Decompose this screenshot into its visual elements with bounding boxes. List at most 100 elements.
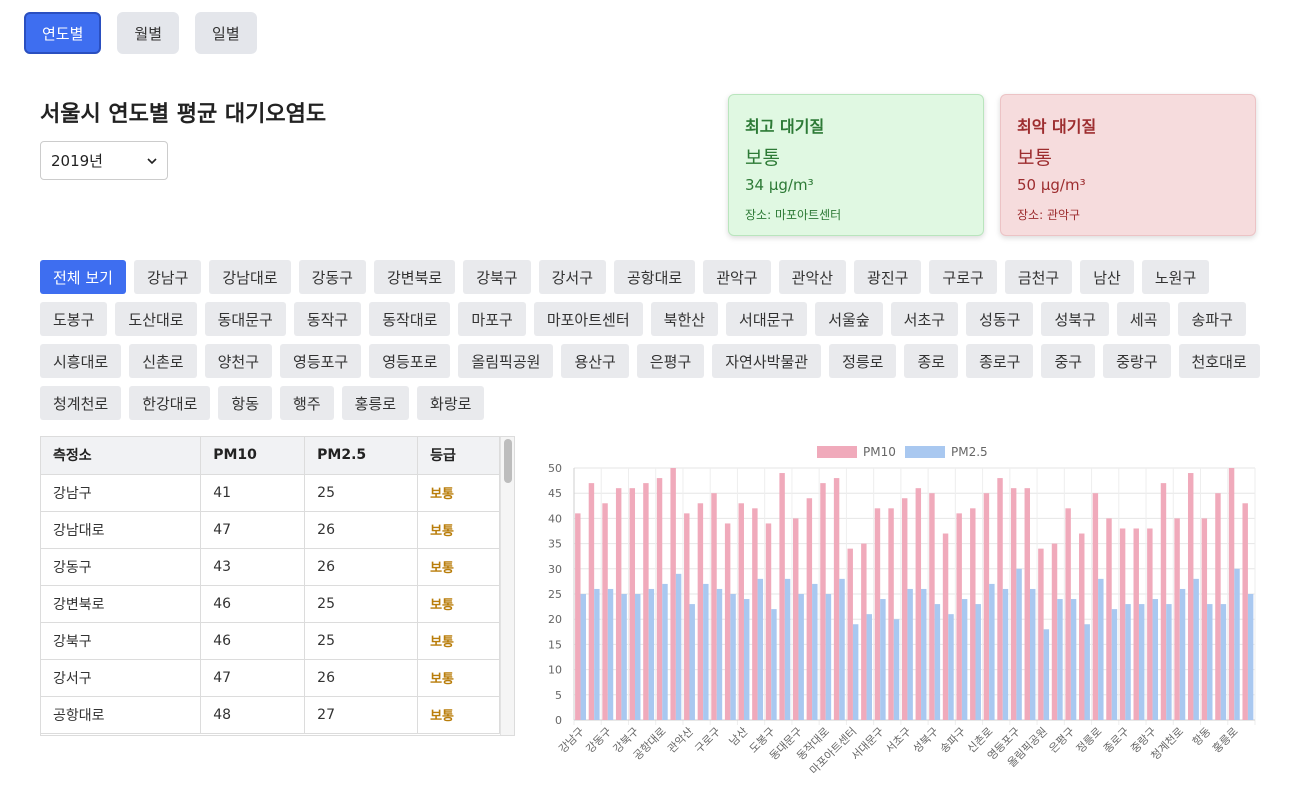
station-button[interactable]: 양천구 (204, 344, 273, 378)
bar-pm10 (970, 508, 976, 720)
station-button[interactable]: 서대문구 (726, 302, 808, 336)
bar-pm10 (820, 483, 826, 720)
station-button[interactable]: 금천구 (1004, 260, 1073, 294)
station-button[interactable]: 강서구 (538, 260, 606, 294)
station-button[interactable]: 강동구 (298, 260, 366, 294)
station-button[interactable]: 자연사박물관 (712, 344, 822, 378)
worst-card-value: 50 μg/m³ (1017, 176, 1086, 194)
station-button[interactable]: 올림픽공원 (458, 344, 554, 378)
station-table-container: 측정소 PM10 PM2.5 등급 강남구 41 25 보통 강남대로 47 26 보통 강동구… (40, 436, 515, 736)
station-button[interactable]: 강남구 (133, 260, 202, 294)
cell-grade: 보통 (417, 585, 500, 623)
tab-daily[interactable]: 일별 (195, 12, 257, 54)
cell-pm10: 46 (200, 622, 306, 660)
station-button[interactable]: 도봉구 (40, 302, 108, 336)
station-button[interactable]: 성북구 (1041, 302, 1109, 336)
bar-pm10 (997, 478, 1003, 720)
station-button[interactable]: 용산구 (561, 344, 629, 378)
station-button[interactable]: 동작대로 (369, 302, 451, 336)
station-button[interactable]: 화랑로 (417, 386, 485, 420)
bar-pm25 (1057, 599, 1063, 720)
bar-pm10 (1187, 473, 1194, 720)
best-card-location: 장소: 마포아트센터 (745, 208, 842, 222)
x-tick-label: 남산 (727, 725, 751, 749)
cell-pm25: 25 (304, 585, 419, 623)
station-button[interactable]: 중구 (1041, 344, 1096, 378)
station-button[interactable]: 은평구 (636, 344, 705, 378)
station-all-button[interactable]: 전체 보기 (40, 260, 126, 294)
station-button[interactable]: 관악구 (703, 260, 771, 294)
bar-pm10 (1051, 543, 1058, 720)
station-button[interactable]: 시흥대로 (40, 344, 122, 378)
bar-pm25 (1043, 629, 1050, 720)
station-button[interactable]: 영등포구 (280, 344, 362, 378)
station-button[interactable]: 강남대로 (209, 260, 291, 294)
station-button[interactable]: 행주 (280, 386, 334, 420)
bar-pm25 (1166, 604, 1172, 720)
station-button[interactable]: 동대문구 (204, 302, 286, 336)
station-button[interactable]: 항동 (218, 386, 273, 420)
tab-monthly[interactable]: 월별 (117, 12, 180, 54)
station-button[interactable]: 청계천로 (40, 386, 122, 420)
bar-pm10 (1174, 518, 1180, 720)
year-select[interactable]: 2019년 (40, 141, 168, 180)
bar-pm10 (1242, 503, 1248, 720)
bar-pm10 (575, 513, 581, 720)
bar-pm25 (1016, 568, 1022, 720)
station-button[interactable]: 북한산 (650, 302, 719, 336)
bar-pm25 (907, 588, 913, 720)
station-button[interactable]: 천호대로 (1178, 344, 1260, 378)
pm-bar-chart: 05101520253035404550강남구강동구강북구공항대로관악산구로구 남… (548, 445, 1256, 777)
worst-card-title: 최악 대기질 (1017, 117, 1097, 136)
station-button[interactable]: 서울숲 (815, 302, 883, 336)
station-button[interactable]: 노원구 (1141, 260, 1210, 294)
bar-pm10 (806, 498, 813, 720)
station-button[interactable]: 중랑구 (1103, 344, 1171, 378)
legend-label-pm10: PM10 (863, 445, 896, 459)
station-button[interactable]: 송파구 (1178, 302, 1246, 336)
bar-pm10 (1215, 493, 1221, 720)
bar-pm25 (607, 588, 614, 720)
station-button[interactable]: 마포아트센터 (533, 302, 643, 336)
station-button[interactable]: 한강대로 (129, 386, 211, 420)
bar-pm25 (921, 588, 927, 720)
station-button[interactable]: 관악산 (778, 260, 847, 294)
station-button[interactable]: 구로구 (929, 260, 997, 294)
cell-station: 강변북로 (41, 585, 202, 623)
bar-pm10 (847, 548, 853, 720)
station-button[interactable]: 세곡 (1116, 302, 1171, 336)
table-row: 강남구 41 25 보통 (41, 474, 500, 512)
worst-air-card: 최악 대기질 보통 50 μg/m³ 장소: 관악구 (1000, 94, 1256, 236)
station-button[interactable]: 도산대로 (115, 302, 197, 336)
station-button[interactable]: 광진구 (854, 260, 922, 294)
cell-grade: 보통 (417, 696, 500, 734)
station-button[interactable]: 남산 (1080, 260, 1134, 294)
bar-pm10 (1065, 508, 1071, 720)
scrollbar-thumb[interactable] (504, 439, 512, 483)
station-button[interactable]: 영등포로 (369, 344, 451, 378)
cell-pm25: 25 (304, 622, 419, 660)
x-tick-label: 정릉로 (1074, 725, 1105, 756)
station-button[interactable]: 강북구 (463, 260, 531, 294)
station-button[interactable]: 마포구 (458, 302, 526, 336)
col-grade: 등급 (417, 437, 500, 475)
cell-station: 강남대로 (41, 511, 202, 549)
station-button[interactable]: 정릉로 (829, 344, 897, 378)
table-scrollbar[interactable] (500, 437, 514, 735)
station-button[interactable]: 동작구 (293, 302, 362, 336)
x-tick-label: 강동구 (584, 725, 615, 756)
bar-pm25 (621, 594, 627, 720)
bar-pm10 (888, 508, 894, 720)
bar-pm25 (1098, 578, 1104, 720)
tab-yearly[interactable]: 연도별 (24, 12, 102, 54)
station-button[interactable]: 종로 (904, 344, 959, 378)
station-button[interactable]: 성동구 (966, 302, 1034, 336)
station-button[interactable]: 신촌로 (129, 344, 197, 378)
station-button[interactable]: 종로구 (966, 344, 1034, 378)
bar-pm25 (1247, 594, 1254, 720)
station-button[interactable]: 강변북로 (373, 260, 456, 294)
station-button[interactable]: 홍릉로 (341, 386, 410, 420)
bar-pm10 (738, 503, 744, 720)
station-button[interactable]: 공항대로 (614, 260, 696, 294)
station-button[interactable]: 서초구 (890, 302, 959, 336)
